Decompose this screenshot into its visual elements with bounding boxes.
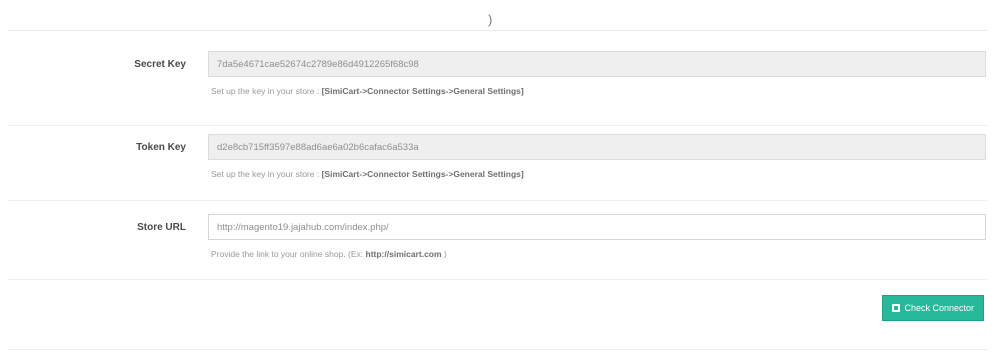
token-key-label: Token Key (136, 142, 186, 153)
token-key-help-path: [SimiCart->Connector Settings->General S… (321, 169, 524, 179)
store-url-label: Store URL (137, 222, 186, 233)
row-divider (8, 125, 988, 126)
top-fragment: ) (488, 12, 493, 27)
row-divider (8, 200, 988, 201)
store-url-help-text: Provide the link to your online shop. (E… (211, 249, 364, 259)
token-key-help-text: Set up the key in your store : (211, 169, 320, 179)
row-divider (8, 279, 988, 280)
check-connector-button[interactable]: Check Connector (882, 295, 984, 321)
store-url-example: http://simicart.com (365, 249, 442, 259)
store-url-help-suffix: ) (443, 249, 447, 259)
secret-key-help-text: Set up the key in your store : (211, 86, 320, 96)
store-url-help: Provide the link to your online shop. (E… (211, 249, 447, 259)
secret-key-help: Set up the key in your store : [SimiCart… (211, 86, 524, 96)
secret-key-input[interactable] (208, 51, 986, 77)
secret-key-label: Secret Key (134, 59, 186, 70)
connector-settings-panel: Secret Key Set up the key in your store … (8, 30, 988, 350)
store-url-input[interactable] (208, 214, 986, 240)
secret-key-help-path: [SimiCart->Connector Settings->General S… (321, 86, 524, 96)
token-key-input[interactable] (208, 134, 986, 160)
check-icon (892, 304, 901, 312)
token-key-help: Set up the key in your store : [SimiCart… (211, 169, 524, 179)
check-connector-label: Check Connector (904, 303, 974, 313)
